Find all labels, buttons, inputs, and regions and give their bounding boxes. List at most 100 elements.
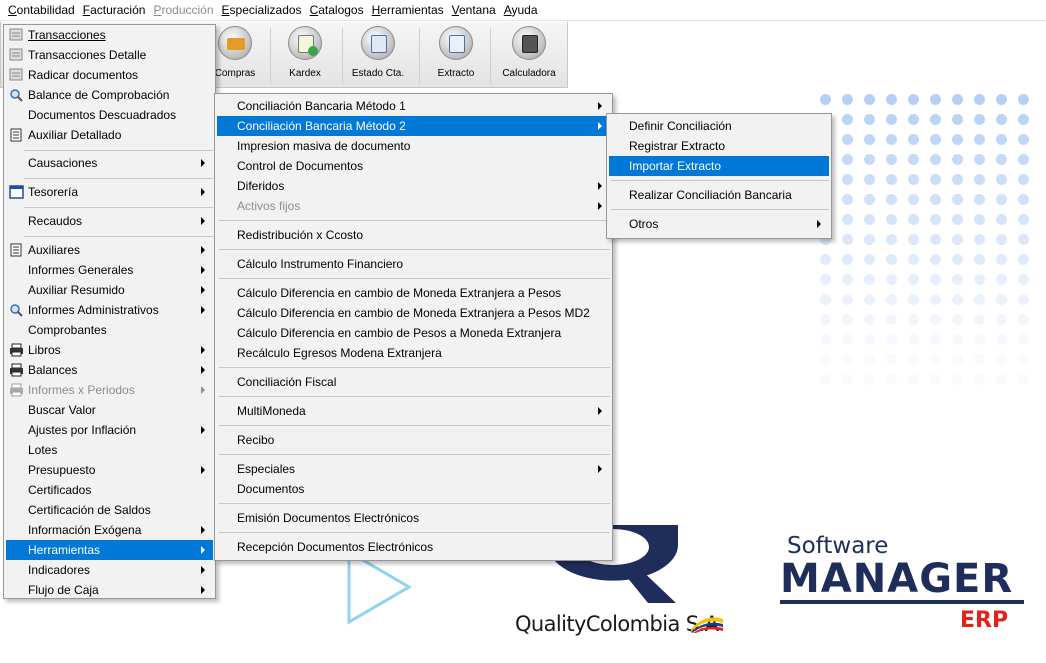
estado-cta-button[interactable]: Estado Cta. — [344, 22, 412, 86]
menu-item-realizar-conciliacion[interactable]: Realizar Conciliación Bancaria — [609, 185, 829, 205]
background-dot — [864, 114, 875, 125]
background-dot — [952, 254, 963, 265]
menu-item-conciliacion-metodo-2[interactable]: Conciliación Bancaria Método 2 — [217, 116, 610, 136]
background-dot — [1018, 314, 1029, 325]
menu-produccion[interactable]: Producción — [149, 0, 217, 20]
menu-item-radicar-documentos[interactable]: Radicar documentos — [6, 65, 213, 85]
menu-item-informes-generales[interactable]: Informes Generales — [6, 260, 213, 280]
menu-item-importar-extracto[interactable]: Importar Extracto — [609, 156, 829, 176]
background-dot — [886, 154, 897, 165]
background-dot — [974, 194, 985, 205]
background-dot — [886, 214, 897, 225]
menu-item-conciliacion-fiscal[interactable]: Conciliación Fiscal — [217, 372, 610, 392]
background-dot — [930, 174, 941, 185]
menu-item-informes-x-periodos[interactable]: Informes x Periodos — [6, 380, 213, 400]
menu-item-dif-cambio-me-pesos-md2[interactable]: Cálculo Diferencia en cambio de Moneda E… — [217, 303, 610, 323]
menu-item-transacciones[interactable]: Transacciones — [6, 25, 213, 45]
contabilidad-dropdown: Transacciones Transacciones Detalle Radi… — [3, 24, 216, 599]
menu-item-recaudos[interactable]: Recaudos — [6, 211, 213, 231]
menu-ayuda[interactable]: Ayuda — [500, 0, 542, 20]
background-dot — [1018, 134, 1029, 145]
menu-item-conciliacion-metodo-1[interactable]: Conciliación Bancaria Método 1 — [217, 96, 610, 116]
menu-item-recibo[interactable]: Recibo — [217, 430, 610, 450]
menu-item-diferidos[interactable]: Diferidos — [217, 176, 610, 196]
background-dot — [908, 154, 919, 165]
submenu-arrow-icon — [598, 122, 602, 130]
submenu-arrow-icon — [201, 386, 205, 394]
background-dot — [842, 174, 853, 185]
background-dot — [952, 334, 963, 345]
menu-facturacion[interactable]: Facturación — [79, 0, 150, 20]
extracto-button[interactable]: Extracto — [422, 22, 490, 86]
menu-item-buscar-valor[interactable]: Buscar Valor — [6, 400, 213, 420]
menu-item-balances[interactable]: Balances — [6, 360, 213, 380]
menu-item-auxiliar-detallado[interactable]: Auxiliar Detallado — [6, 125, 213, 145]
calculadora-label: Calculadora — [502, 68, 556, 79]
background-dot — [908, 194, 919, 205]
menu-item-dif-cambio-pesos-me[interactable]: Cálculo Diferencia en cambio de Pesos a … — [217, 323, 610, 343]
calculadora-button[interactable]: Calculadora — [495, 22, 563, 86]
menu-item-especiales[interactable]: Especiales — [217, 459, 610, 479]
menu-item-certificados[interactable]: Certificados — [6, 480, 213, 500]
menu-item-dif-cambio-me-pesos[interactable]: Cálculo Diferencia en cambio de Moneda E… — [217, 283, 610, 303]
extract-icon — [439, 26, 473, 60]
background-dot — [908, 334, 919, 345]
menu-item-informes-administrativos[interactable]: Informes Administrativos — [6, 300, 213, 320]
menu-item-transacciones-detalle[interactable]: Transacciones Detalle — [6, 45, 213, 65]
menu-item-herramientas[interactable]: Herramientas — [6, 540, 213, 560]
menu-item-recalculo-egresos[interactable]: Recálculo Egresos Modena Extranjera — [217, 343, 610, 363]
menu-contabilidad[interactable]: Contabilidad — [4, 0, 79, 20]
menu-item-libros[interactable]: Libros — [6, 340, 213, 360]
menu-item-certificacion-de-saldos[interactable]: Certificación de Saldos — [6, 500, 213, 520]
menu-item-label: Redistribución x Ccosto — [237, 228, 364, 242]
background-dot — [842, 234, 853, 245]
background-dot — [930, 214, 941, 225]
ledger-icon — [9, 128, 24, 142]
menu-item-control-documentos[interactable]: Control de Documentos — [217, 156, 610, 176]
menu-item-auxiliar-resumido[interactable]: Auxiliar Resumido — [6, 280, 213, 300]
menu-item-redistribucion-ccosto[interactable]: Redistribución x Ccosto — [217, 225, 610, 245]
menu-item-comprobantes[interactable]: Comprobantes — [6, 320, 213, 340]
menu-item-recepcion-documentos-electronicos[interactable]: Recepción Documentos Electrónicos — [217, 537, 610, 557]
menu-item-flujo-de-caja[interactable]: Flujo de Caja — [6, 580, 213, 600]
menu-item-label: Recálculo Egresos Modena Extranjera — [237, 346, 442, 360]
menu-separator — [611, 209, 829, 210]
menu-item-causaciones[interactable]: Causaciones — [6, 153, 213, 173]
menu-item-otros[interactable]: Otros — [609, 214, 829, 234]
menu-item-impresion-masiva[interactable]: Impresion masiva de documento — [217, 136, 610, 156]
menu-item-documentos-descuadrados[interactable]: Documentos Descuadrados — [6, 105, 213, 125]
background-dot — [1018, 354, 1029, 365]
background-dot — [864, 374, 875, 385]
menu-item-presupuesto[interactable]: Presupuesto — [6, 460, 213, 480]
background-dot — [974, 94, 985, 105]
menu-item-activos-fijos[interactable]: Activos fijos — [217, 196, 610, 216]
menu-item-balance-de-comprobacion[interactable]: Balance de Comprobación — [6, 85, 213, 105]
menu-item-registrar-extracto[interactable]: Registrar Extracto — [609, 136, 829, 156]
menu-herramientas[interactable]: Herramientas — [368, 0, 448, 20]
menu-item-multimoneda[interactable]: MultiMoneda — [217, 401, 610, 421]
menu-item-informacion-exogena[interactable]: Información Exógena — [6, 520, 213, 540]
background-dot — [996, 374, 1007, 385]
background-dot — [996, 214, 1007, 225]
kardex-button[interactable]: Kardex — [271, 22, 339, 86]
background-dots — [820, 94, 1046, 394]
background-dot — [864, 154, 875, 165]
menu-item-tesoreria[interactable]: Tesorería — [6, 182, 213, 202]
menu-item-calculo-instrumento[interactable]: Cálculo Instrumento Financiero — [217, 254, 610, 274]
menu-item-emision-documentos-electronicos[interactable]: Emisión Documentos Electrónicos — [217, 508, 610, 528]
background-dot — [842, 374, 853, 385]
menu-separator — [219, 249, 610, 250]
menu-especializados[interactable]: Especializados — [218, 0, 306, 20]
menu-item-label: Realizar Conciliación Bancaria — [629, 188, 792, 202]
menu-item-documentos[interactable]: Documentos — [217, 479, 610, 499]
menu-item-lotes[interactable]: Lotes — [6, 440, 213, 460]
menu-ventana[interactable]: Ventana — [448, 0, 500, 20]
menu-item-definir-conciliacion[interactable]: Definir Conciliación — [609, 116, 829, 136]
menu-item-ajustes-por-inflacion[interactable]: Ajustes por Inflación — [6, 420, 213, 440]
background-dot — [908, 134, 919, 145]
menu-item-auxiliares[interactable]: Auxiliares — [6, 240, 213, 260]
background-dot — [930, 274, 941, 285]
menu-item-indicadores[interactable]: Indicadores — [6, 560, 213, 580]
menu-separator — [219, 220, 610, 221]
menu-catalogos[interactable]: Catalogos — [306, 0, 368, 20]
